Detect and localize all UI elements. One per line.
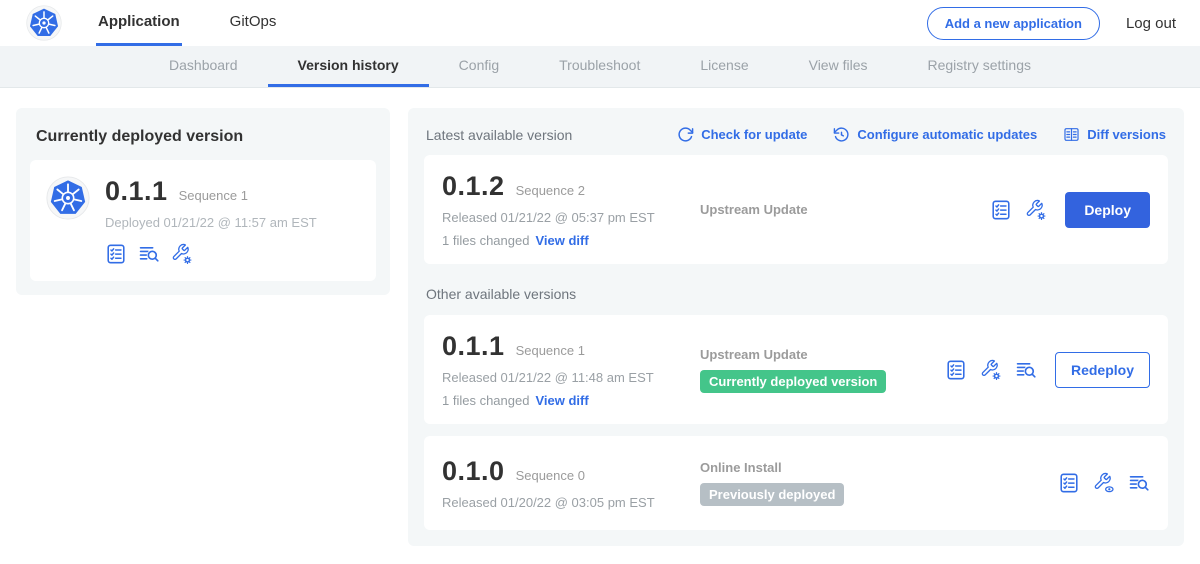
latest-available-heading: Latest available version: [426, 127, 572, 143]
version-number: 0.1.1: [442, 331, 505, 362]
sequence-label: Sequence 1: [516, 343, 585, 358]
view-diff-link[interactable]: View diff: [535, 233, 588, 248]
released-timestamp: Released 01/20/22 @ 03:05 pm EST: [442, 495, 700, 510]
deployed-version-number: 0.1.1: [105, 176, 168, 207]
subnav-tab-config-label: Config: [459, 57, 499, 73]
check-for-update-link[interactable]: Check for update: [677, 126, 807, 143]
logout-button[interactable]: Log out: [1126, 15, 1176, 32]
refresh-icon: [677, 126, 694, 143]
version-number: 0.1.0: [442, 456, 505, 487]
subnav-tab-registry-settings-label: Registry settings: [928, 57, 1031, 73]
version-source-label: Upstream Update: [700, 202, 808, 217]
subnav-tab-config[interactable]: Config: [429, 46, 529, 87]
files-changed-label: 1 files changed: [442, 393, 529, 408]
preflight-checks-icon[interactable]: [105, 243, 127, 265]
sequence-label: Sequence 2: [516, 183, 585, 198]
subnav-tab-view-files-label: View files: [809, 57, 868, 73]
currently-deployed-card: 0.1.1 Sequence 1 Deployed 01/21/22 @ 11:…: [30, 160, 376, 281]
preflight-checks-icon[interactable]: [990, 199, 1012, 221]
preflight-checks-icon[interactable]: [1058, 472, 1080, 494]
version-source-label: Upstream Update: [700, 347, 808, 362]
version-row-0-1-0: 0.1.0 Sequence 0 Released 01/20/22 @ 03:…: [424, 436, 1168, 530]
released-timestamp: Released 01/21/22 @ 05:37 pm EST: [442, 210, 700, 225]
tab-gitops[interactable]: GitOps: [228, 0, 279, 46]
configure-automatic-updates-link[interactable]: Configure automatic updates: [833, 126, 1037, 143]
tab-gitops-label: GitOps: [230, 13, 277, 30]
deploy-logs-icon[interactable]: [1015, 359, 1037, 381]
subnav-tab-troubleshoot-label: Troubleshoot: [559, 57, 640, 73]
auto-update-icon: [833, 126, 850, 143]
deploy-button[interactable]: Deploy: [1065, 192, 1150, 228]
view-config-icon[interactable]: [1093, 472, 1115, 494]
subnav-tab-troubleshoot[interactable]: Troubleshoot: [529, 46, 670, 87]
diff-versions-icon: [1063, 126, 1080, 143]
edit-config-icon[interactable]: [980, 359, 1002, 381]
tab-application-label: Application: [98, 13, 180, 30]
deploy-logs-icon[interactable]: [138, 243, 160, 265]
redeploy-button[interactable]: Redeploy: [1055, 352, 1150, 388]
add-application-button[interactable]: Add a new application: [927, 7, 1100, 40]
preflight-checks-icon[interactable]: [945, 359, 967, 381]
app-subnav: Dashboard Version history Config Trouble…: [0, 46, 1200, 88]
kubernetes-logo: [26, 0, 62, 46]
other-available-heading: Other available versions: [424, 264, 1168, 315]
subnav-tab-license-label: License: [700, 57, 748, 73]
currently-deployed-title: Currently deployed version: [30, 124, 376, 160]
deploy-logs-icon[interactable]: [1128, 472, 1150, 494]
edit-config-icon[interactable]: [171, 243, 193, 265]
version-row-0-1-1: 0.1.1 Sequence 1 Released 01/21/22 @ 11:…: [424, 315, 1168, 424]
header-tabs: Application GitOps: [96, 0, 324, 46]
currently-deployed-panel: Currently deployed version 0.1.1 Sequenc…: [16, 108, 390, 295]
check-for-update-label: Check for update: [701, 127, 807, 142]
sequence-label: Sequence 0: [516, 468, 585, 483]
version-number: 0.1.2: [442, 171, 505, 202]
subnav-tab-dashboard-label: Dashboard: [169, 57, 238, 73]
diff-versions-label: Diff versions: [1087, 127, 1166, 142]
version-history-panel: Latest available version Check for updat…: [408, 108, 1184, 546]
released-timestamp: Released 01/21/22 @ 11:48 am EST: [442, 370, 700, 385]
app-icon: [46, 176, 90, 265]
diff-versions-link[interactable]: Diff versions: [1063, 126, 1166, 143]
view-diff-link[interactable]: View diff: [535, 393, 588, 408]
deployed-timestamp: Deployed 01/21/22 @ 11:57 am EST: [105, 215, 317, 230]
subnav-tab-registry-settings[interactable]: Registry settings: [898, 46, 1061, 87]
subnav-tab-license[interactable]: License: [670, 46, 778, 87]
tab-application[interactable]: Application: [96, 0, 182, 46]
subnav-tab-version-history-label: Version history: [298, 57, 399, 73]
subnav-tab-version-history[interactable]: Version history: [268, 46, 429, 87]
files-changed-label: 1 files changed: [442, 233, 529, 248]
subnav-tab-dashboard[interactable]: Dashboard: [139, 46, 268, 87]
app-header: Application GitOps Add a new application…: [0, 0, 1200, 46]
edit-config-icon[interactable]: [1025, 199, 1047, 221]
currently-deployed-badge: Currently deployed version: [700, 370, 886, 393]
configure-automatic-updates-label: Configure automatic updates: [857, 127, 1037, 142]
deployed-sequence-label: Sequence 1: [179, 188, 248, 203]
version-source-label: Online Install: [700, 460, 782, 475]
subnav-tab-view-files[interactable]: View files: [779, 46, 898, 87]
version-row-0-1-2: 0.1.2 Sequence 2 Released 01/21/22 @ 05:…: [424, 155, 1168, 264]
previously-deployed-badge: Previously deployed: [700, 483, 844, 506]
